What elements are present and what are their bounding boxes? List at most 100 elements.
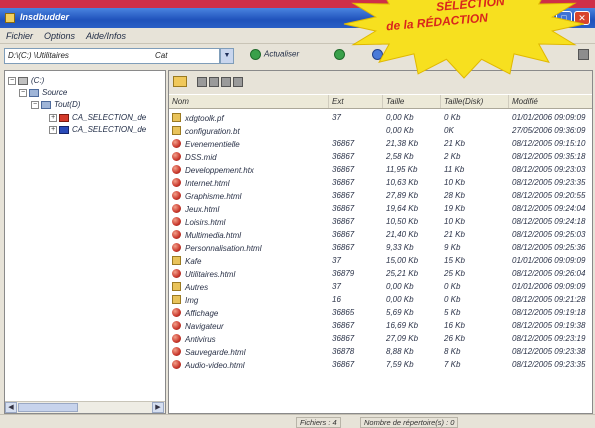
column-header-ext[interactable]: Ext [329,95,383,108]
file-size: 5,69 Kb [386,308,414,317]
file-size: 27,89 Kb [386,191,419,200]
table-row[interactable]: Autres 37 0,00 Kb 0 Kb 01/01/2006 09:09:09 [169,280,592,293]
file-ext: 36867 [332,152,355,161]
file-ext-cell: 37 [329,111,383,124]
table-row[interactable]: Kafe 37 15,00 Kb 15 Kb 01/01/2006 09:09:09 [169,254,592,267]
file-modified: 08/12/2005 09:23:35 [512,360,586,369]
table-row[interactable]: configuration.bt 0,00 Kb 0K 27/05/2006 09:3… [169,124,592,137]
view-icons-icon[interactable] [197,77,207,87]
file-disk-size-cell: 8 Kb [441,345,509,358]
tree-item-selection-1[interactable]: + CA_SELECTION_de [49,113,146,125]
file-disk-size-cell: 10 Kb [441,215,509,228]
table-row[interactable]: Audio-video.html 36867 7,59 Kb 7 Kb 08/12/20… [169,358,592,371]
tree-item-tout[interactable]: − Tout(D) [31,100,80,112]
list-header: Nom Ext Taille Taille(Disk) Modifié [169,95,592,109]
file-modified: 01/01/2006 09:09:09 [512,113,586,122]
file-disk-size: 5 Kb [444,308,461,317]
refresh-button[interactable]: Actualiser [250,49,299,64]
chevron-down-icon[interactable]: ▼ [220,48,234,64]
file-modified-cell: 08/12/2005 09:21:28 [509,293,592,306]
view-details-icon[interactable] [233,77,243,87]
file-name-cell: Sauvegarde.html [169,345,329,358]
file-size-cell: 2,58 Kb [383,150,441,163]
folder-icon [29,88,39,97]
table-row[interactable]: Jeux.html 36867 19,64 Kb 19 Kb 08/12/2005 09… [169,202,592,215]
menu-options[interactable]: Options [44,31,75,41]
file-modified-cell: 08/12/2005 09:23:19 [509,332,592,345]
table-row[interactable]: xdgtoolk.pf 37 0,00 Kb 0 Kb 01/01/2006 09:09… [169,111,592,124]
table-row[interactable]: Developpement.htx 36867 11,95 Kb 11 Kb 08/12… [169,163,592,176]
file-size-cell: 0,00 Kb [383,293,441,306]
scroll-right-icon[interactable]: ▶ [152,402,164,413]
folder-icon [172,282,181,291]
file-modified-cell: 08/12/2005 09:24:04 [509,202,592,215]
table-row[interactable]: Evenementielle 36867 21,38 Kb 21 Kb 08/12/20… [169,137,592,150]
folder-up-icon[interactable] [173,76,187,87]
html-file-icon [172,308,181,317]
file-modified: 08/12/2005 09:23:38 [512,347,586,356]
table-row[interactable]: Affichage 36865 5,69 Kb 5 Kb 08/12/2005 09:1… [169,306,592,319]
table-row[interactable]: Utilitaires.html 36879 25,21 Kb 25 Kb 08/12/… [169,267,592,280]
collapse-icon[interactable]: − [31,100,39,109]
html-file-icon [172,230,181,239]
menu-aide[interactable]: Aide/Infos [86,31,126,41]
file-name: Sauvegarde.html [185,348,246,357]
column-header-size[interactable]: Taille [383,95,441,108]
table-row[interactable]: DSS.mid 36867 2,58 Kb 2 Kb 08/12/2005 09:35:… [169,150,592,163]
file-ext-cell: 36867 [329,215,383,228]
column-header-disk-size[interactable]: Taille(Disk) [441,95,509,108]
table-row[interactable]: Antivirus 36867 27,09 Kb 26 Kb 08/12/2005 09… [169,332,592,345]
file-disk-size-cell: 26 Kb [441,332,509,345]
file-name: xdgtoolk.pf [185,114,224,123]
collapse-icon[interactable]: − [8,76,16,85]
html-file-icon [172,269,181,278]
file-name: Navigateur [185,322,224,331]
table-row[interactable]: Navigateur 36867 16,69 Kb 16 Kb 08/12/2005 0… [169,319,592,332]
file-disk-size-cell: 10 Kb [441,176,509,189]
column-header-modified[interactable]: Modifié [509,95,592,108]
file-modified-cell: 08/12/2005 09:26:04 [509,267,592,280]
address-input[interactable]: D:\(C:) \Utilitaires Cat [4,48,220,64]
view-grid-icon[interactable] [209,77,219,87]
table-row[interactable]: Sauvegarde.html 36878 8,88 Kb 8 Kb 08/12/200… [169,345,592,358]
expand-icon[interactable]: + [49,125,57,134]
file-modified-cell: 08/12/2005 09:25:36 [509,241,592,254]
tree-item-selection-2[interactable]: + CA_SELECTION_de [49,125,146,137]
file-disk-size-cell: 16 Kb [441,319,509,332]
tree-item-root[interactable]: − (C:) [8,76,44,88]
table-row[interactable]: Graphisme.html 36867 27,89 Kb 28 Kb 08/12/20… [169,189,592,202]
file-name-cell: Affichage [169,306,329,319]
file-size-cell: 21,38 Kb [383,137,441,150]
folder-tree[interactable]: − (C:) − Source − Tout(D) + CA_SELECTION_de … [4,70,166,414]
file-name: Internet.html [185,179,230,188]
file-size: 27,09 Kb [386,334,419,343]
file-ext: 37 [332,256,341,265]
view-list-icon[interactable] [221,77,231,87]
table-row[interactable]: Internet.html 36867 10,63 Kb 10 Kb 08/12/200… [169,176,592,189]
file-name: Jeux.html [185,205,220,214]
column-header-name[interactable]: Nom [169,95,329,108]
file-ext: 37 [332,282,341,291]
file-name-cell: Jeux.html [169,202,329,215]
file-disk-size-cell: 21 Kb [441,228,509,241]
file-ext-cell: 37 [329,280,383,293]
tree-label: Tout(D) [54,100,81,109]
file-name-cell: Loisirs.html [169,215,329,228]
scroll-left-icon[interactable]: ◀ [5,402,17,413]
scroll-thumb[interactable] [18,403,78,412]
folder-icon [172,126,181,135]
table-row[interactable]: Personnalisation.html 36867 9,33 Kb 9 Kb 08/… [169,241,592,254]
table-row[interactable]: Loisirs.html 36867 10,50 Kb 10 Kb 08/12/2005… [169,215,592,228]
menu-fichier[interactable]: Fichier [6,31,33,41]
tree-label: Source [42,88,68,97]
table-row[interactable]: Multimedia.html 36867 21,40 Kb 21 Kb 08/12/2… [169,228,592,241]
status-files: Fichiers : 4 [296,417,341,428]
table-row[interactable]: Img 16 0,00 Kb 0 Kb 08/12/2005 09:21:28 [169,293,592,306]
expand-icon[interactable]: + [49,113,57,122]
file-disk-size: 25 Kb [444,269,465,278]
file-size-cell: 5,69 Kb [383,306,441,319]
tree-item-source[interactable]: − Source [19,88,67,100]
horizontal-scrollbar[interactable]: ◀ ▶ [5,401,165,413]
file-size-cell: 10,63 Kb [383,176,441,189]
collapse-icon[interactable]: − [19,88,27,97]
